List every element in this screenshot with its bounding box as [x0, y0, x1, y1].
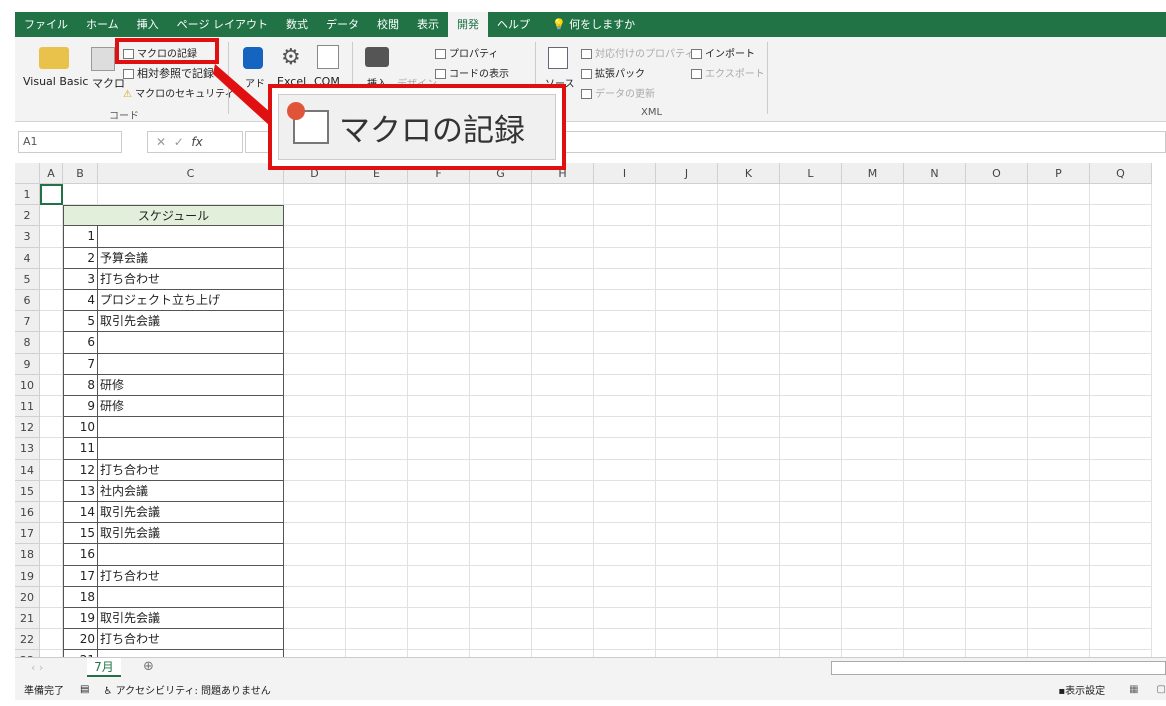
callout-pointer	[213, 64, 270, 126]
callout-text: マクロの記録	[339, 112, 525, 149]
record-macro-icon	[287, 102, 329, 144]
record-macro-callout: マクロの記録	[268, 84, 566, 170]
record-macro-highlight	[115, 38, 219, 64]
callout-connector	[115, 38, 270, 126]
